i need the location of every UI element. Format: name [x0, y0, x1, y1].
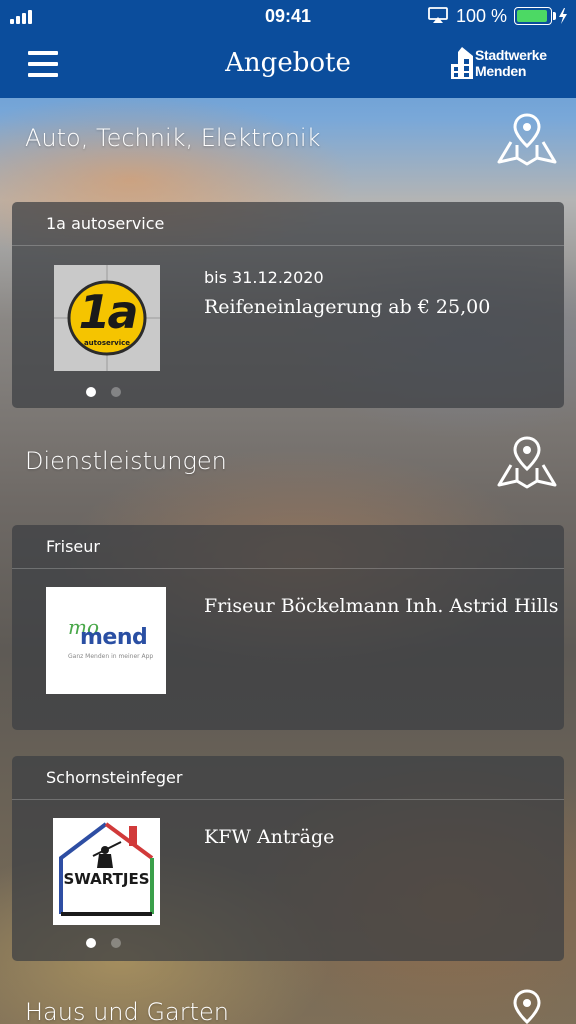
charging-bolt-icon: [559, 8, 567, 24]
offer-date: bis 31.12.2020: [204, 268, 324, 287]
offer-title: Friseur Böckelmann Inh. Astrid Hills: [204, 595, 559, 617]
mo-mend-logo: mo mend Ganz Menden in meiner App: [46, 587, 166, 694]
card-category: 1a autoservice: [12, 202, 564, 246]
1a-logo-text: 1a: [78, 285, 138, 339]
offer-card-friseur[interactable]: Friseur mo mend Ganz Menden in meiner Ap…: [12, 525, 564, 730]
section-header-dienstleistungen: Dienstleistungen: [0, 435, 576, 495]
section-title: Auto, Technik, Elektronik: [25, 124, 321, 152]
navigation-bar: Angebote Stadtwerke Menden: [0, 32, 576, 98]
brand-line-1: Stadtwerke: [475, 47, 547, 63]
section-title: Haus und Garten: [25, 998, 229, 1024]
pager-dot-active[interactable]: [86, 387, 96, 397]
airplay-icon: [428, 7, 448, 23]
section-header-auto: Auto, Technik, Elektronik: [0, 112, 576, 172]
1a-autoservice-logo: 1a autoservice: [54, 265, 160, 371]
1a-logo-subtext: autoservice: [83, 339, 131, 347]
card-category: Friseur: [12, 525, 564, 569]
offer-title: KFW Anträge: [204, 826, 335, 848]
battery-icon: [514, 7, 552, 25]
pager-dot[interactable]: [111, 387, 121, 397]
swartjes-logo-text: SWARTJES: [63, 870, 150, 888]
status-bar: 09:41 100 %: [0, 0, 576, 32]
map-pin-icon[interactable]: [496, 435, 558, 491]
pager-dot[interactable]: [111, 938, 121, 948]
card-pager[interactable]: [84, 938, 128, 950]
mo-mend-logo-tagline: Ganz Menden in meiner App: [68, 653, 154, 660]
card-category: Schornsteinfeger: [12, 756, 564, 800]
battery-percentage: 100 %: [456, 6, 508, 26]
mo-mend-logo-main: mend: [80, 625, 148, 650]
swartjes-logo: SWARTJES: [53, 818, 160, 925]
map-pin-icon[interactable]: [496, 988, 558, 1024]
offer-card-schornsteinfeger[interactable]: Schornsteinfeger SWARTJES KFW Anträge: [12, 756, 564, 961]
map-pin-icon[interactable]: [496, 112, 558, 168]
card-pager[interactable]: [84, 387, 128, 399]
offer-card-1a-autoservice[interactable]: 1a autoservice 1a autoservice bis 31.12.…: [12, 202, 564, 408]
section-title: Dienstleistungen: [25, 447, 227, 475]
offer-title: Reifeneinlagerung ab € 25,00: [204, 296, 491, 318]
stadtwerke-building-icon: [451, 47, 473, 79]
pager-dot-active[interactable]: [86, 938, 96, 948]
brand-line-2: Menden: [475, 63, 527, 79]
section-header-haus-garten: Haus und Garten: [0, 988, 576, 1024]
stadtwerke-logo[interactable]: Stadtwerke Menden: [450, 46, 556, 82]
